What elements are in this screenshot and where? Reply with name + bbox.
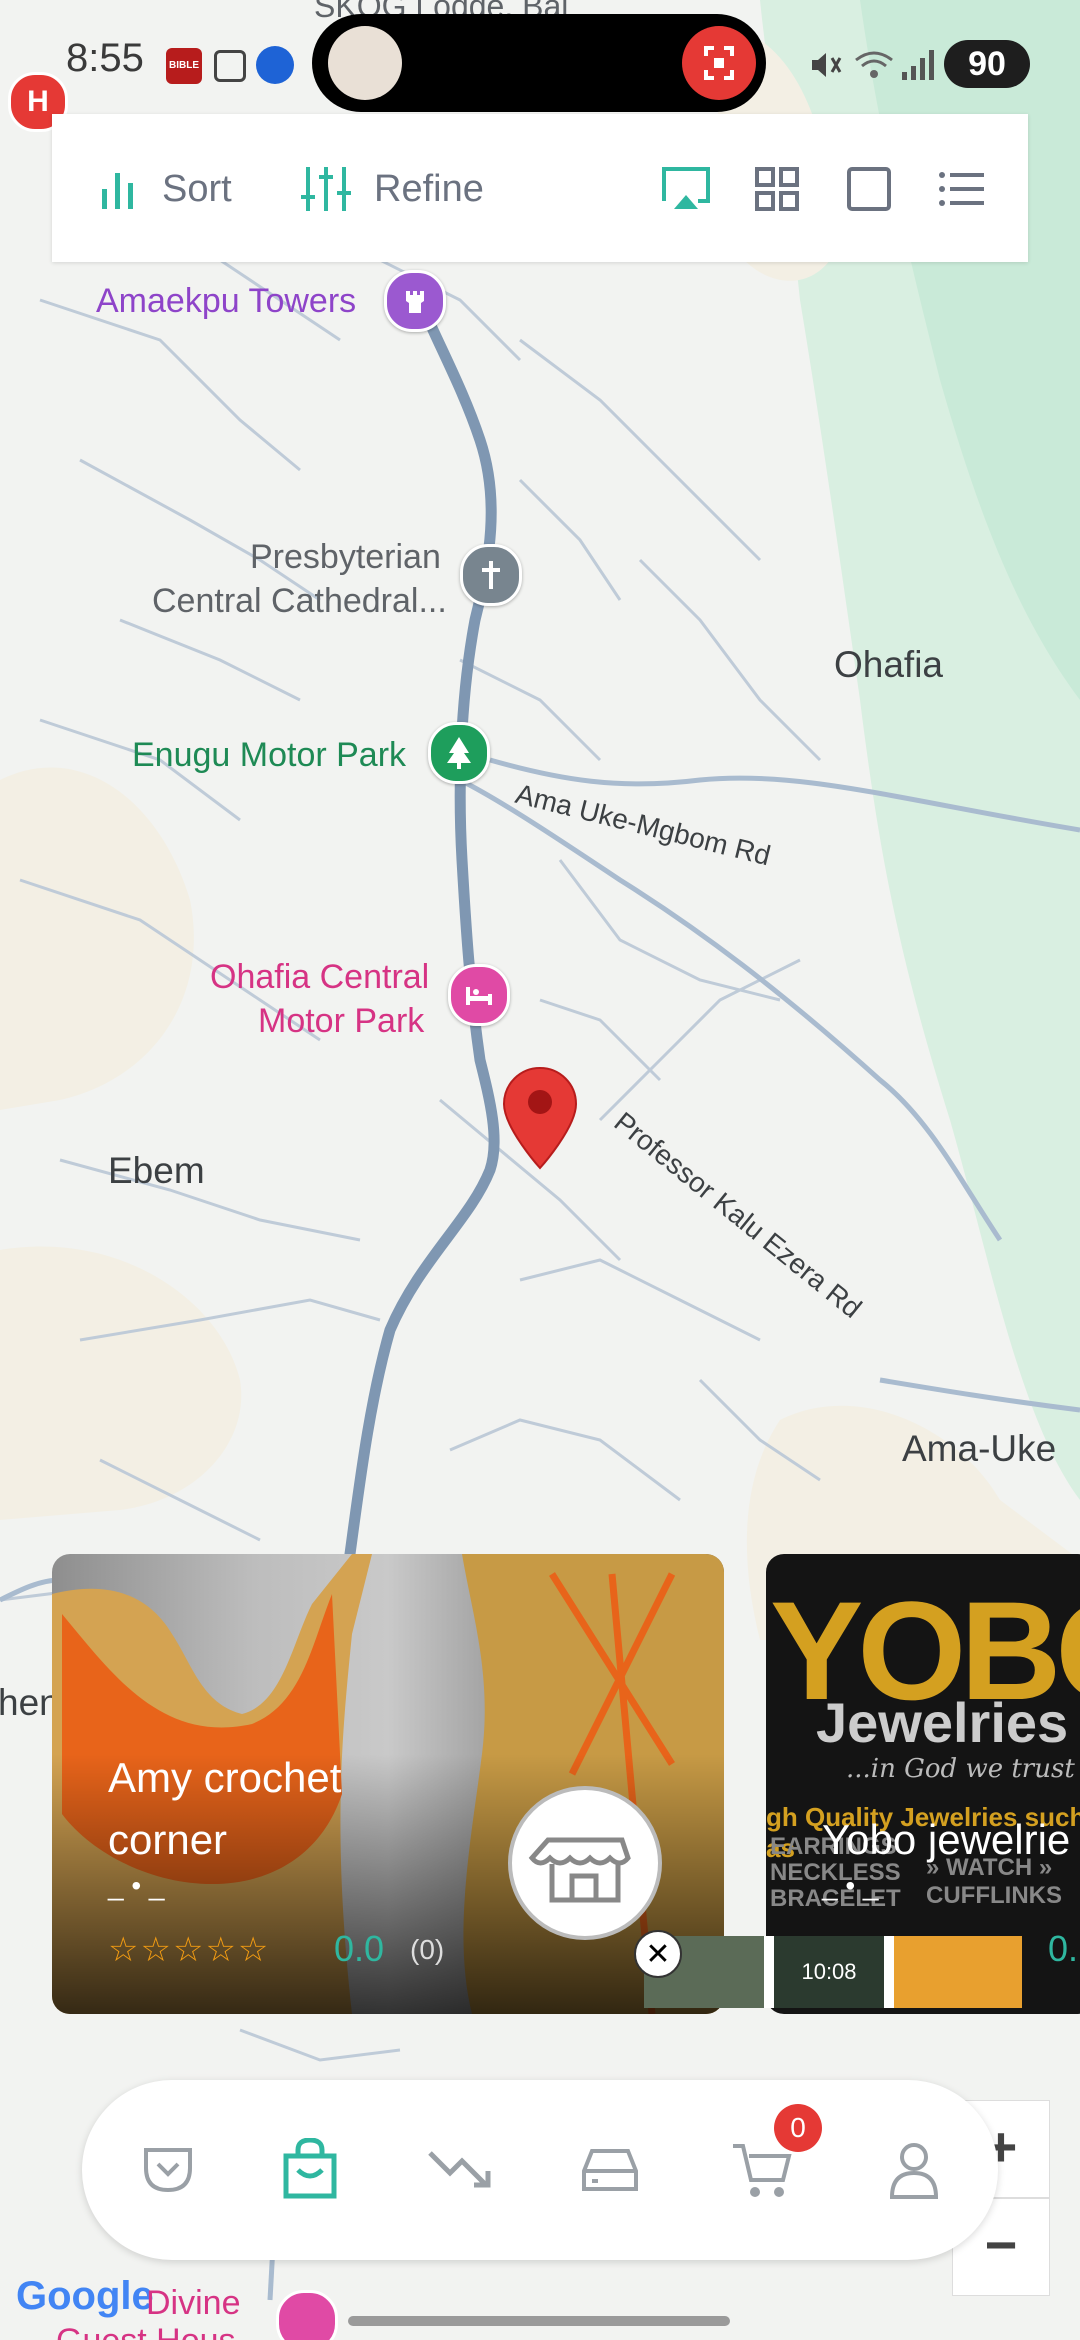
map-label-edge-partial: hen — [0, 1682, 60, 1723]
star-rating: ☆☆☆☆☆ — [108, 1931, 271, 1969]
cart-icon — [733, 2144, 792, 2197]
wifi-icon — [854, 48, 894, 82]
screen-record-icon[interactable] — [682, 26, 756, 100]
square-icon — [847, 167, 891, 211]
grid-view-toggle[interactable] — [754, 154, 800, 224]
rating-value: 0.0 — [334, 1928, 385, 1969]
store-icon — [528, 1837, 631, 1903]
castle-icon[interactable] — [384, 270, 446, 332]
church-icon[interactable] — [460, 544, 522, 606]
media-thumbnail — [328, 26, 402, 100]
single-view-toggle[interactable] — [846, 154, 892, 224]
nav-trending[interactable] — [420, 2130, 500, 2210]
mute-icon — [808, 48, 842, 82]
map-label-amaekpu-towers[interactable]: Amaekpu Towers — [96, 282, 356, 321]
map-view-toggle[interactable] — [660, 154, 712, 224]
yobo-rating: 0. — [1048, 1928, 1079, 1969]
yobo-title: Yobo jewelrie — [822, 1816, 1071, 1863]
profile-icon — [889, 2143, 939, 2199]
map-label-divine-line1[interactable]: Divine — [146, 2284, 240, 2323]
map-label-ebem: Ebem — [108, 1150, 205, 1191]
map-label-enugu-motor-park[interactable]: Enugu Motor Park — [132, 736, 406, 775]
status-bar: 8:55 BIBLE 90 — [0, 0, 1080, 112]
list-view-toggle[interactable] — [938, 154, 986, 224]
review-count: (0) — [410, 1934, 445, 1965]
shop-subtitle-dots: _ • _ — [108, 1870, 165, 1901]
screenshot-icon — [214, 50, 246, 82]
dynamic-island[interactable] — [312, 14, 766, 112]
nav-cart[interactable]: 0 — [722, 2104, 822, 2210]
nav-inventory[interactable] — [570, 2130, 650, 2210]
cart-count-badge: 0 — [774, 2104, 822, 2152]
nav-shop[interactable] — [270, 2130, 350, 2210]
map-label-ohafia-central-line2[interactable]: Motor Park — [258, 1002, 424, 1041]
map-label-ohafia-central-line1[interactable]: Ohafia Central — [210, 958, 429, 997]
ad-watch-image-2: 10:08 — [774, 1936, 884, 2008]
shop-title-line1: Amy crochet — [108, 1754, 342, 1801]
nav-profile[interactable] — [874, 2130, 954, 2210]
cast-map-icon — [662, 167, 710, 209]
status-time: 8:55 — [66, 36, 144, 80]
ad-watch-image-3 — [894, 1936, 1022, 2008]
list-icon — [939, 172, 984, 206]
map-label-divine-line2[interactable]: Guest Hous — [56, 2322, 236, 2340]
home-indicator[interactable] — [348, 2316, 730, 2326]
sort-label: Sort — [162, 167, 232, 210]
nav-pocket[interactable] — [128, 2130, 208, 2210]
bible-app-icon: BIBLE — [166, 48, 202, 84]
yobo-dots: _ • _ — [822, 1870, 879, 1901]
filter-sliders-icon — [301, 167, 351, 211]
ad-banner[interactable]: 10:08 — [644, 1936, 1022, 2008]
inbox-icon — [582, 2149, 638, 2191]
sort-bars-icon — [102, 173, 133, 209]
grid-icon — [755, 167, 799, 211]
refine-button[interactable]: Refine — [300, 154, 484, 224]
refine-label: Refine — [374, 167, 484, 210]
shop-title-line2: corner — [108, 1816, 228, 1863]
app-notification-icon — [256, 46, 294, 84]
map-label-presbyterian-line1: Presbyterian — [250, 538, 441, 576]
shopping-bag-icon — [283, 2138, 337, 2199]
hotel-bed-icon[interactable] — [448, 964, 510, 1026]
battery-indicator: 90 — [944, 40, 1030, 88]
park-icon[interactable] — [428, 722, 490, 784]
yobo-sub: Jewelries — [816, 1691, 1069, 1754]
list-toolbar: Sort Refine — [52, 114, 1028, 262]
google-logo: Google — [16, 2274, 154, 2318]
map-label-presbyterian-line2: Central Cathedral... — [152, 582, 447, 620]
guest-house-bed-icon[interactable] — [276, 2290, 338, 2340]
shop-card-amy-crochet[interactable]: Amy crochet corner _ • _ ☆☆☆☆☆ 0.0 (0) — [52, 1554, 724, 2014]
signal-icon — [900, 48, 936, 82]
yobo-tagline: ...in God we trust — [846, 1754, 1075, 1784]
ad-close-button[interactable]: ✕ — [634, 1930, 682, 1978]
sort-button[interactable]: Sort — [98, 154, 232, 224]
bottom-navigation: 0 — [82, 2080, 998, 2260]
location-pin-icon[interactable] — [502, 1066, 578, 1170]
trending-down-icon — [428, 2151, 491, 2188]
map-label-ohafia: Ohafia — [834, 644, 944, 685]
pocket-icon — [144, 2148, 192, 2193]
storefront-button[interactable] — [508, 1786, 662, 1940]
map-label-ama-uke: Ama-Uke — [902, 1428, 1057, 1469]
